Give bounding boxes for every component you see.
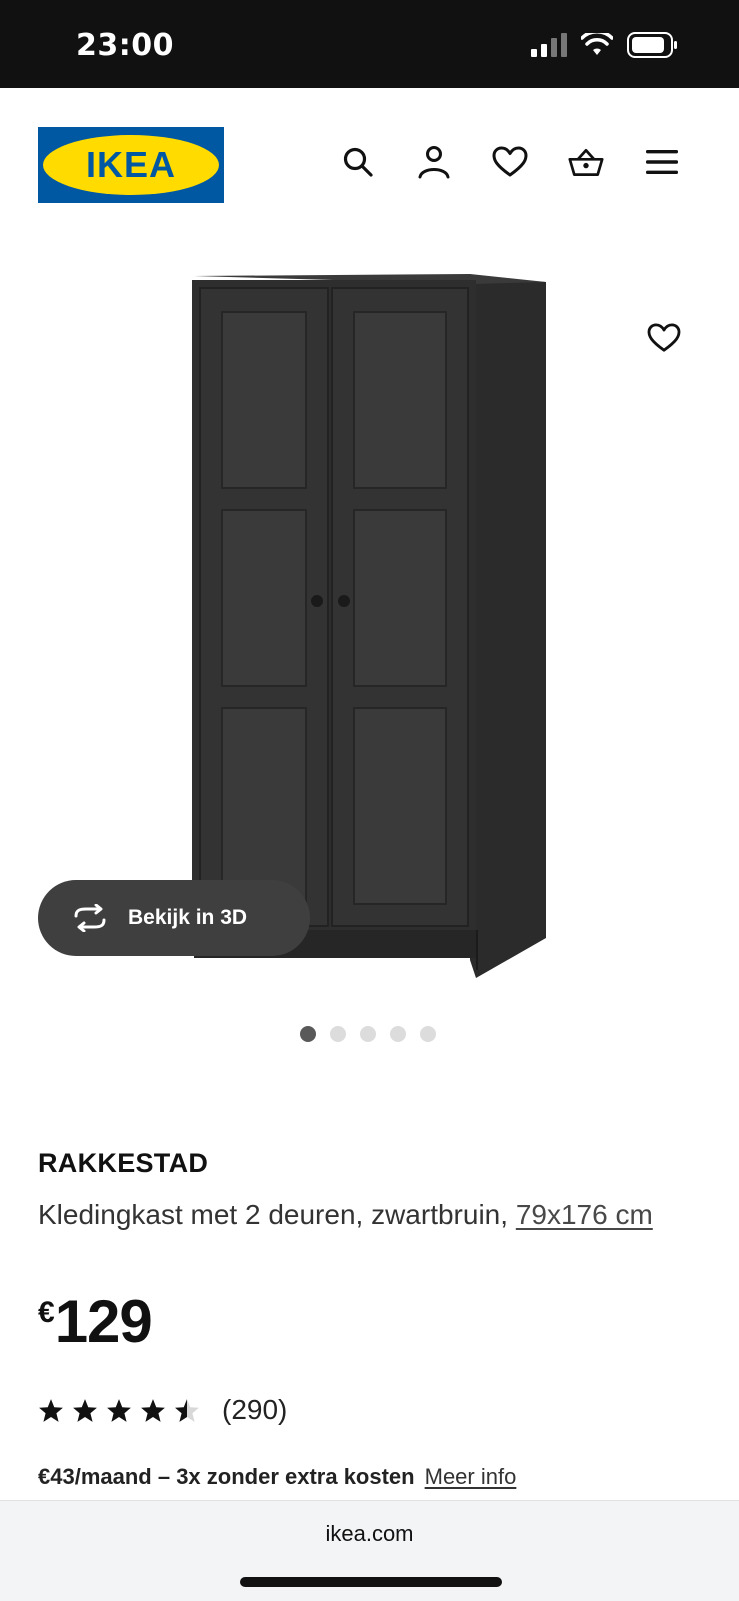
gallery-dot[interactable] (300, 1026, 316, 1042)
header-icons (340, 144, 680, 180)
price-amount: 129 (54, 1288, 153, 1355)
price-currency: € (38, 1296, 55, 1329)
account-button[interactable] (416, 144, 452, 180)
signal-icon (531, 33, 567, 57)
wifi-icon (581, 33, 613, 55)
rating-stars (38, 1398, 200, 1423)
product-description: Kledingkast met 2 deuren, zwartbruin, 79… (38, 1192, 698, 1238)
star-icon (73, 1398, 97, 1422)
gallery-dot[interactable] (360, 1026, 376, 1042)
add-to-favorites-button[interactable] (644, 318, 684, 358)
hamburger-menu-icon (646, 150, 678, 174)
status-bar: 23:00 (0, 0, 739, 88)
product-price: € 129 (38, 1288, 153, 1355)
view-in-3d-label: Bekijk in 3D (128, 906, 248, 929)
product-name: RAKKESTAD (38, 1148, 209, 1178)
installment-text: €43/maand – 3x zonder extra kosten (38, 1464, 415, 1489)
product-image (192, 274, 546, 978)
product-description-text: Kledingkast met 2 deuren, zwartbruin, (38, 1199, 516, 1230)
cart-button[interactable] (568, 144, 604, 180)
half-star-icon (175, 1398, 199, 1422)
heart-icon (647, 323, 681, 352)
search-button[interactable] (340, 144, 376, 180)
heart-icon (492, 146, 528, 177)
star-icon (141, 1398, 165, 1422)
gallery-dot[interactable] (420, 1026, 436, 1042)
star-icon (39, 1398, 63, 1422)
view-in-3d-button[interactable]: Bekijk in 3D (38, 880, 310, 956)
menu-button[interactable] (644, 144, 680, 180)
gallery-pagination (300, 1026, 436, 1042)
browser-url[interactable]: ikea.com (0, 1521, 739, 1547)
wishlist-button[interactable] (492, 144, 528, 180)
home-indicator[interactable] (240, 1577, 502, 1587)
product-rating[interactable]: (290) (38, 1394, 287, 1426)
browser-address-bar: ikea.com (0, 1500, 739, 1601)
status-icons (531, 32, 679, 58)
status-time: 23:00 (76, 28, 174, 63)
more-info-link[interactable]: Meer info (425, 1464, 517, 1490)
site-header: IKEA (0, 88, 739, 238)
rotate-3d-icon (70, 904, 110, 932)
product-image-gallery[interactable]: Bekijk in 3D (0, 240, 739, 1010)
product-size-link[interactable]: 79x176 cm (516, 1199, 653, 1230)
basket-icon (568, 148, 604, 176)
installment-info: €43/maand – 3x zonder extra kosten Meer … (38, 1464, 516, 1490)
rating-count: (290) (222, 1394, 288, 1425)
search-icon (343, 147, 373, 177)
gallery-dot[interactable] (330, 1026, 346, 1042)
account-icon (418, 146, 450, 179)
battery-icon (627, 32, 677, 58)
star-icon (107, 1398, 131, 1422)
gallery-dot[interactable] (390, 1026, 406, 1042)
logo-text: IKEA (86, 144, 176, 185)
ikea-logo[interactable]: IKEA (38, 127, 224, 203)
